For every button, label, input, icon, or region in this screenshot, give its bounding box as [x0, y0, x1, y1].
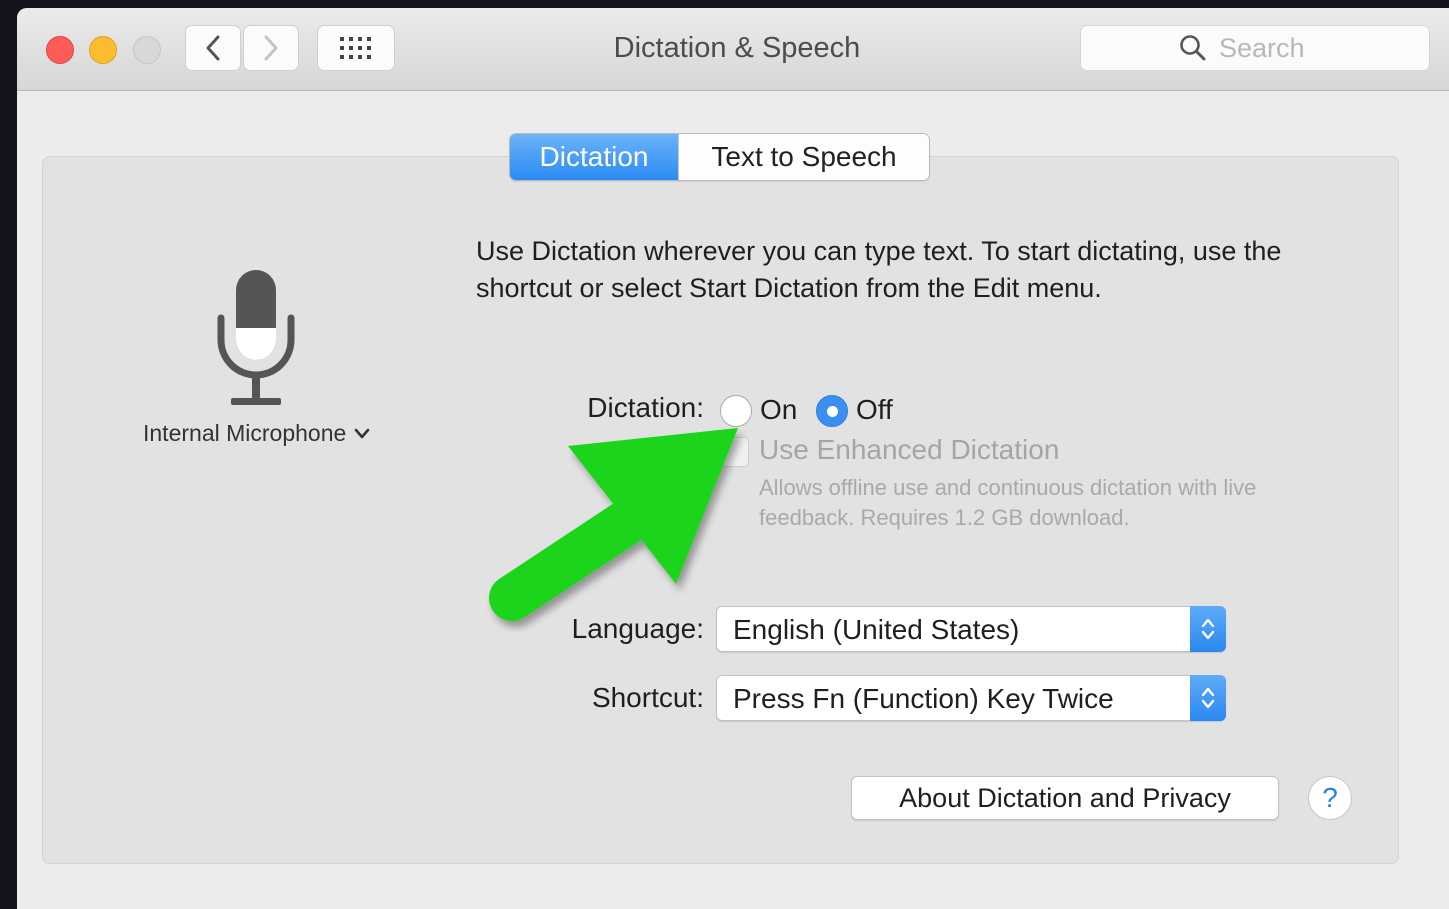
annotation-arrow-icon	[489, 428, 738, 621]
